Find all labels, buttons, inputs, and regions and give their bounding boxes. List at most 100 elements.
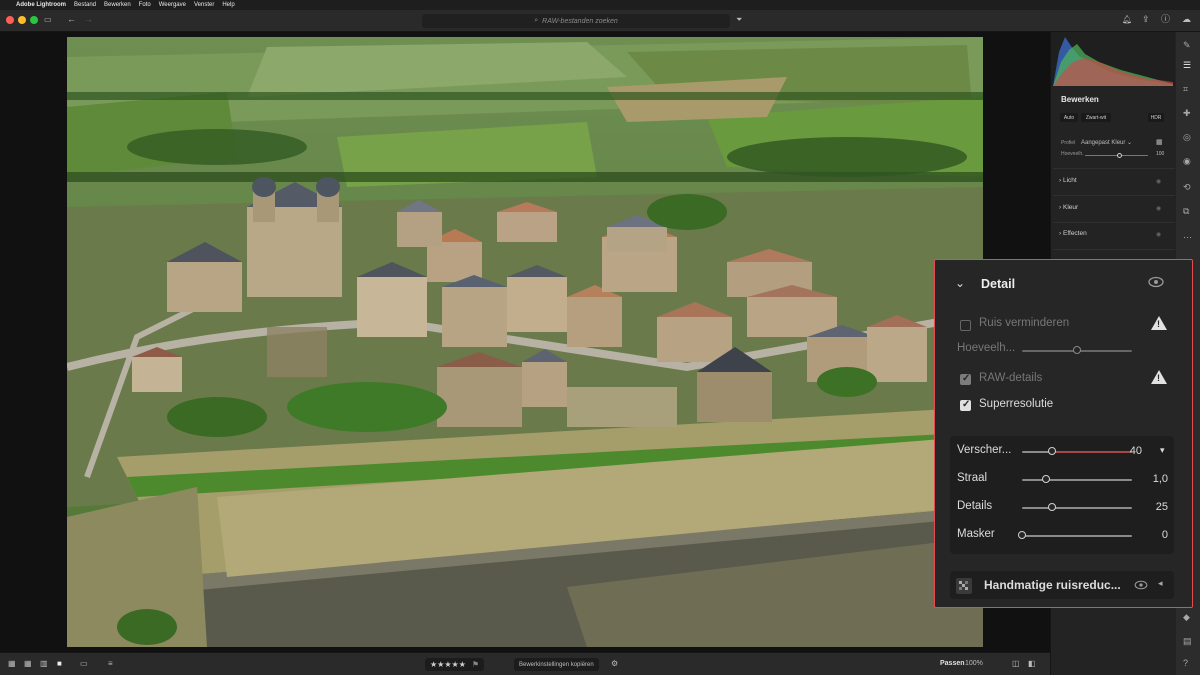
rating-stars[interactable]: ★★★★★ [430,660,466,669]
tag-icon[interactable]: ◆ [1183,612,1190,623]
sharpening-track-1[interactable] [1022,479,1132,481]
menu-item-weergave[interactable]: Weergave [159,2,186,8]
sharpening-value-1[interactable]: 1,0 [1138,473,1168,485]
notifications-icon[interactable]: 🔔︎ [1122,16,1132,24]
sharpening-knob-0[interactable] [1047,447,1056,455]
raw-details-checkbox[interactable]: ✓ [960,373,971,385]
history-icon[interactable]: ⟲ [1183,182,1191,193]
cloud-icon[interactable]: ☁ [1182,15,1191,24]
sharpening-value-0[interactable]: 40 [1112,445,1142,457]
menu-item-help[interactable]: Help [222,2,234,8]
effecten-eye-icon[interactable]: ◉ [1156,231,1161,238]
lightroom-window: Adobe Lightroom Bestand Bewerken Foto We… [0,0,1200,675]
fit-button[interactable]: Passen [940,660,965,667]
copy-settings-label: Bewerkinstellingen kopiëren [519,661,594,668]
section-licht[interactable]: › Licht [1059,177,1077,184]
bottom-bar: ▦ ▦ ▥ ■ ▭ ≡ ★★★★★ ⚑ Bewerkinstellingen k… [0,652,1050,675]
before-after-icon[interactable]: ◧ [1028,660,1036,668]
sharpening-knob-3[interactable] [1018,531,1026,539]
noise-reduce-checkbox[interactable] [960,320,971,331]
versions-icon[interactable]: ⧉ [1183,206,1189,217]
sharpening-track-2[interactable] [1022,507,1132,509]
grid-view-icon[interactable]: ▦ [8,660,16,668]
menu-item-foto[interactable]: Foto [139,2,151,8]
histogram [1051,32,1175,86]
expand-caret-icon[interactable]: ◂ [1158,578,1163,589]
section-kleur-label: Kleur [1062,204,1079,211]
noise-amount-knob[interactable] [1073,346,1081,354]
more-icon[interactable]: ⋯ [1183,232,1192,243]
aerial-village-photo [67,37,983,647]
filmstrip-icon[interactable]: ▥ [40,660,48,668]
settings-gear-icon[interactable]: ⚙ [611,660,618,668]
top-toolbar: ▭ ← → ⌕ RAW-bestanden zoeken ⏷ 🔔︎ ⇪ ⓘ ☁ [0,10,1200,32]
crop-icon[interactable]: ⌗ [1183,84,1188,95]
sharpening-track-3[interactable] [1022,535,1132,537]
back-arrow-icon[interactable]: ← [67,15,76,24]
divider [1053,222,1175,223]
search-input[interactable]: ⌕ RAW-bestanden zoeken [422,14,730,28]
masking-icon[interactable]: ◎ [1183,132,1191,143]
sharpening-value-3[interactable]: 0 [1138,529,1168,541]
super-resolution-checkbox[interactable]: ✓ [960,399,971,411]
noise-grid-icon [956,578,972,594]
slideshow-icon[interactable]: ▭ [80,660,88,668]
adjust-sliders-icon[interactable]: ☰ [1183,60,1191,71]
minimize-window-button[interactable] [18,16,26,24]
square-grid-icon[interactable]: ▦ [24,660,32,668]
menu-item-bewerken[interactable]: Bewerken [104,2,131,8]
close-window-button[interactable] [6,16,14,24]
section-kleur[interactable]: › Kleur [1059,204,1078,211]
sort-icon[interactable]: ≡ [108,660,113,668]
amount-slider-knob[interactable] [1117,153,1122,158]
sharpening-value-2[interactable]: 25 [1138,501,1168,513]
amount-value: 100 [1156,151,1165,157]
filter-icon[interactable]: ⏷ [736,16,742,24]
divider [1053,249,1175,250]
section-licht-label: Licht [1062,177,1077,184]
flag-icon[interactable]: ⚑ [472,660,479,669]
kleur-eye-icon[interactable]: ◉ [1156,205,1161,212]
divider [1053,195,1175,196]
divider [1053,168,1175,169]
sharpening-label-1: Straal [957,472,988,484]
compare-icon[interactable]: ◫ [1012,660,1020,668]
collapse-chevron-icon[interactable]: ⌄ [955,276,965,290]
copy-settings-button[interactable]: Bewerkinstellingen kopiëren [514,658,599,671]
healing-icon[interactable]: ✚ [1183,108,1191,119]
forward-arrow-icon[interactable]: → [84,15,93,24]
menu-item-bestand[interactable]: Bestand [74,2,96,8]
edit-tools-icon[interactable]: ✎ [1183,40,1191,51]
profile-label: Profiel [1061,140,1076,146]
info-icon[interactable]: ⓘ [1161,15,1170,24]
value-dropdown-caret-icon[interactable]: ▾ [1160,445,1165,456]
menu-item-venster[interactable]: Venster [194,2,214,8]
sharpening-knob-2[interactable] [1047,503,1056,511]
share-icon[interactable]: ⇪ [1142,15,1150,24]
star-rating[interactable]: ★★★★★ ⚑ [425,658,485,671]
hdr-button[interactable]: HDR [1148,113,1164,122]
section-effecten[interactable]: › Effecten [1059,230,1087,237]
profile-dropdown[interactable]: Aangepast Kleur ⌄ [1081,139,1132,146]
sharpening-label-0: Verscher... [957,444,1012,456]
zoom-window-button[interactable] [30,16,38,24]
bw-button[interactable]: Zwart-wit [1081,113,1111,122]
licht-eye-icon[interactable]: ◉ [1156,178,1161,185]
comment-icon[interactable]: ▤ [1183,636,1192,647]
noise-warning-icon[interactable]: ! [1151,316,1167,330]
noise-reduce-label: Ruis verminderen [979,317,1070,329]
search-placeholder: RAW-bestanden zoeken [542,17,618,25]
sidebar-toggle-icon[interactable]: ▭ [44,16,52,24]
red-eye-icon[interactable]: ◉ [1183,156,1191,167]
zoom-level[interactable]: 100% [965,660,983,667]
menu-app-name[interactable]: Adobe Lightroom [16,2,66,8]
visibility-eye-icon[interactable] [1148,276,1164,288]
profile-grid-icon[interactable]: ▦ [1156,138,1163,146]
raw-warning-icon[interactable]: ! [1151,370,1167,384]
raw-details-label: RAW-details [979,372,1043,384]
single-view-icon[interactable]: ■ [57,660,62,668]
noise-amount-label: Hoeveelh... [957,342,1016,354]
manual-noise-eye-icon[interactable] [1134,580,1148,590]
auto-button[interactable]: Auto [1060,113,1078,122]
help-icon[interactable]: ? [1183,658,1188,668]
